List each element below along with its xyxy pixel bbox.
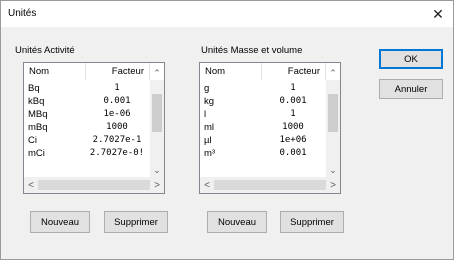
- close-icon: ✕: [432, 5, 444, 22]
- units-dialog: Unités ✕ Unités Activité Nom Facteur Bq …: [0, 0, 454, 260]
- list-item[interactable]: MBq 1e-06: [24, 108, 150, 121]
- list-item[interactable]: ml 1000: [200, 121, 326, 134]
- unit-factor: 2.7027e-0!: [89, 148, 145, 158]
- unit-factor: 1: [290, 109, 296, 119]
- title-bar: Unités ✕: [1, 1, 453, 27]
- horizontal-scrollbar[interactable]: < >: [200, 177, 340, 193]
- list-item[interactable]: Bq 1: [24, 82, 150, 95]
- horizontal-scrollbar[interactable]: < >: [24, 177, 164, 193]
- list-item[interactable]: Ci 2.7027e-1: [24, 134, 150, 147]
- scroll-right-arrow-icon[interactable]: >: [150, 177, 164, 193]
- cancel-button[interactable]: Annuler: [379, 79, 443, 99]
- close-button[interactable]: ✕: [423, 1, 453, 27]
- unit-name: MBq: [28, 109, 48, 120]
- unit-factor: 1000: [282, 122, 304, 132]
- mass-units-label: Unités Masse et volume: [201, 45, 303, 56]
- mass-units-list[interactable]: Nom Facteur g 1 kg 0.001 l 1 ml 1000 µl …: [199, 62, 341, 194]
- scroll-down-arrow-icon[interactable]: ⌄: [150, 163, 164, 177]
- unit-factor: 1: [290, 83, 296, 93]
- scroll-up-arrow-icon[interactable]: ⌃: [326, 66, 340, 80]
- list-item[interactable]: g 1: [200, 82, 326, 95]
- unit-name: mCi: [28, 148, 45, 159]
- mass-delete-button[interactable]: Supprimer: [280, 211, 344, 233]
- unit-name: m³: [204, 148, 216, 159]
- unit-name: kBq: [28, 96, 45, 107]
- activity-units-label: Unités Activité: [15, 45, 75, 56]
- column-header-name[interactable]: Nom: [200, 63, 262, 80]
- unit-name: g: [204, 83, 210, 94]
- activity-delete-button[interactable]: Supprimer: [104, 211, 168, 233]
- scroll-left-arrow-icon[interactable]: <: [200, 177, 214, 193]
- unit-name: l: [204, 109, 207, 120]
- list-item[interactable]: mBq 1000: [24, 121, 150, 134]
- unit-factor: 0.001: [103, 96, 131, 106]
- unit-factor: 0.001: [279, 148, 307, 158]
- list-item[interactable]: kBq 0.001: [24, 95, 150, 108]
- scroll-thumb[interactable]: [38, 180, 150, 190]
- scroll-thumb[interactable]: [152, 94, 162, 132]
- list-item[interactable]: µl 1e+06: [200, 134, 326, 147]
- list-item[interactable]: m³ 0.001: [200, 147, 326, 160]
- ok-button[interactable]: OK: [379, 49, 443, 69]
- column-header-name[interactable]: Nom: [24, 63, 86, 80]
- vertical-scrollbar[interactable]: ⌃ ⌄: [150, 68, 164, 177]
- scroll-thumb[interactable]: [214, 180, 326, 190]
- vertical-scrollbar[interactable]: ⌃ ⌄: [326, 68, 340, 177]
- unit-factor: 0.001: [279, 96, 307, 106]
- unit-name: µl: [204, 135, 212, 146]
- unit-name: ml: [204, 122, 215, 133]
- scroll-right-arrow-icon[interactable]: >: [326, 177, 340, 193]
- list-item[interactable]: l 1: [200, 108, 326, 121]
- column-header-factor[interactable]: Facteur: [86, 63, 150, 80]
- scroll-down-arrow-icon[interactable]: ⌄: [326, 163, 340, 177]
- column-header-factor[interactable]: Facteur: [262, 63, 326, 80]
- activity-units-list[interactable]: Nom Facteur Bq 1 kBq 0.001 MBq 1e-06 mBq…: [23, 62, 165, 194]
- scroll-left-arrow-icon[interactable]: <: [24, 177, 38, 193]
- list-item[interactable]: kg 0.001: [200, 95, 326, 108]
- unit-factor: 2.7027e-1: [92, 135, 142, 145]
- unit-name: mBq: [28, 122, 48, 133]
- scroll-thumb[interactable]: [328, 94, 338, 132]
- dialog-title: Unités: [8, 8, 37, 19]
- scroll-up-arrow-icon[interactable]: ⌃: [150, 66, 164, 80]
- unit-name: Ci: [28, 135, 37, 146]
- unit-name: kg: [204, 96, 215, 107]
- unit-factor: 1: [114, 83, 120, 93]
- activity-list-header: Nom Facteur: [24, 63, 150, 80]
- mass-new-button[interactable]: Nouveau: [207, 211, 267, 233]
- unit-name: Bq: [28, 83, 40, 94]
- unit-factor: 1000: [106, 122, 128, 132]
- mass-list-header: Nom Facteur: [200, 63, 326, 80]
- list-item[interactable]: mCi 2.7027e-0!: [24, 147, 150, 160]
- unit-factor: 1e+06: [279, 135, 307, 145]
- activity-new-button[interactable]: Nouveau: [30, 211, 90, 233]
- unit-factor: 1e-06: [103, 109, 131, 119]
